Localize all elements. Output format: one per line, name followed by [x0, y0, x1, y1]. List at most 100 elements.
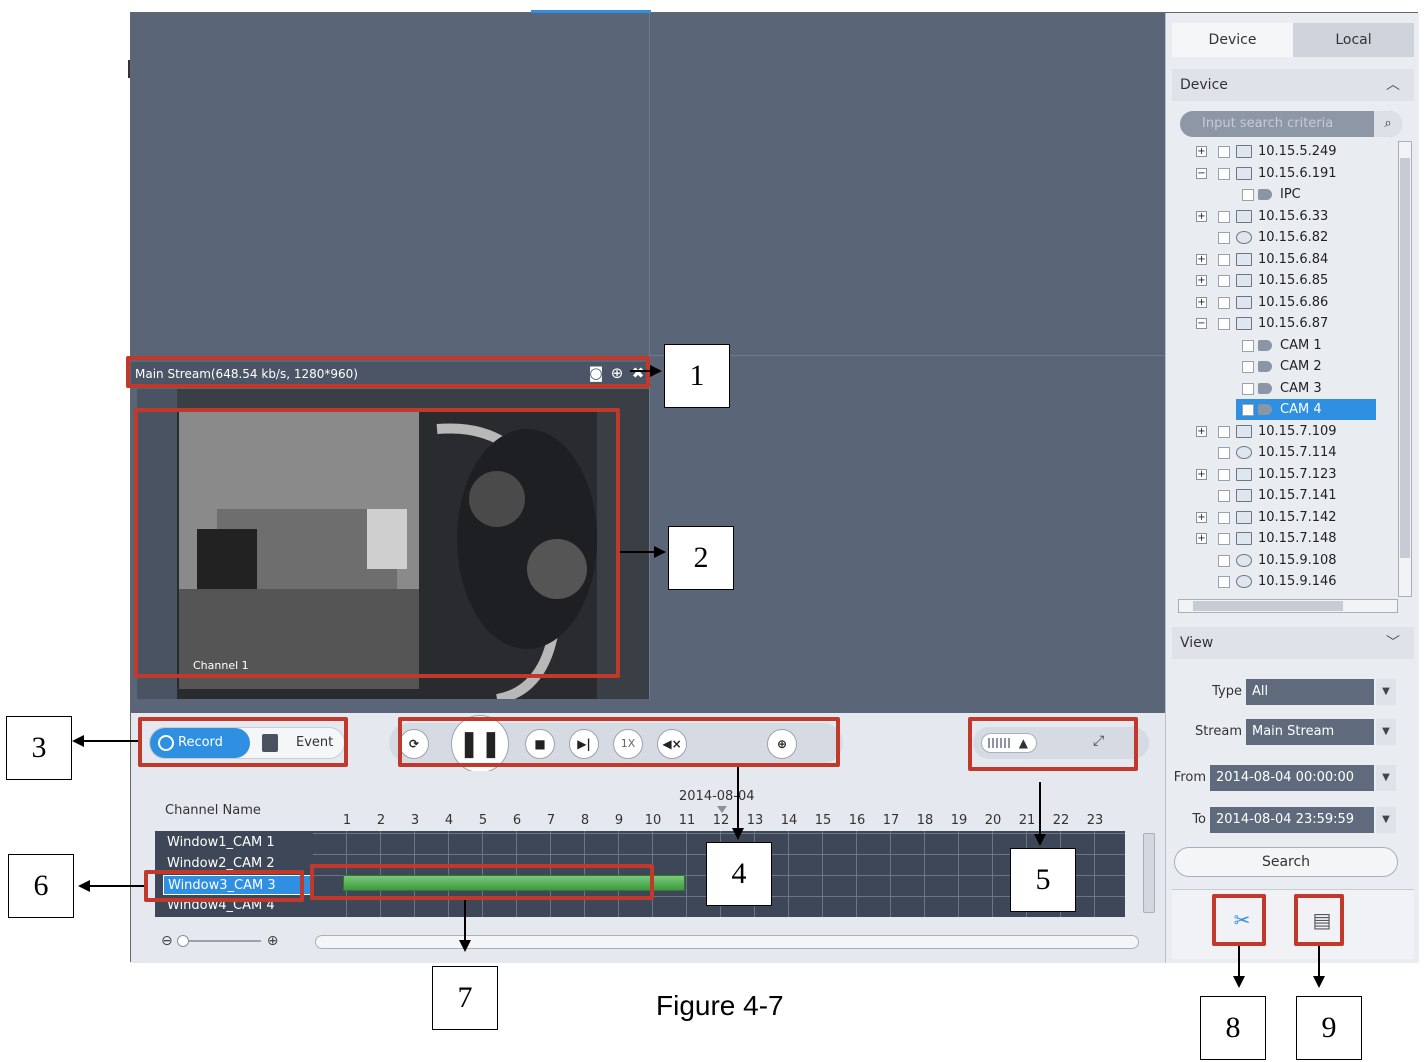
- checkbox[interactable]: [1218, 533, 1230, 545]
- view-section-header[interactable]: View ﹀: [1172, 627, 1414, 659]
- device-tree-item[interactable]: IPC: [1236, 184, 1376, 205]
- type-label: Type: [1212, 684, 1242, 699]
- checkbox[interactable]: [1242, 404, 1254, 416]
- tab-local[interactable]: Local: [1293, 23, 1414, 57]
- device-tree-item[interactable]: 10.15.7.141: [1196, 485, 1396, 506]
- timeline-horizontal-scrollbar[interactable]: [315, 935, 1139, 949]
- device-tree-item[interactable]: CAM 2: [1236, 356, 1376, 377]
- device-tree-item[interactable]: +10.15.7.142: [1196, 507, 1396, 528]
- device-tree-item[interactable]: 10.15.7.114: [1196, 442, 1396, 463]
- device-tree-item[interactable]: − 10.15.6.191: [1196, 163, 1396, 184]
- device-tree-item[interactable]: +10.15.7.123: [1196, 464, 1396, 485]
- arrow-7-head: [459, 940, 471, 952]
- device-tree-item[interactable]: 10.15.6.82: [1196, 227, 1396, 248]
- arrow-6-head: [78, 880, 90, 892]
- dropdown-arrow-icon[interactable]: ▼: [1376, 807, 1396, 833]
- checkbox[interactable]: [1218, 167, 1230, 180]
- device-tree-item[interactable]: 10.15.9.108: [1196, 550, 1396, 571]
- expand-icon[interactable]: +: [1196, 533, 1207, 544]
- zoom-slider[interactable]: [176, 935, 261, 947]
- sidebar-tabs: Device Local: [1172, 23, 1414, 57]
- device-tree-item[interactable]: +10.15.6.85: [1196, 270, 1396, 291]
- checkbox[interactable]: [1218, 210, 1230, 223]
- to-datetime-input[interactable]: 2014-08-04 23:59:59: [1210, 807, 1374, 833]
- type-select[interactable]: All: [1246, 679, 1374, 705]
- tree-horizontal-scrollbar[interactable]: [1178, 599, 1398, 613]
- arrow-8: [1238, 946, 1240, 976]
- checkbox[interactable]: [1218, 576, 1230, 588]
- device-tree-item[interactable]: CAM 1: [1236, 335, 1376, 356]
- collapse-icon[interactable]: −: [1196, 167, 1207, 179]
- hour-label: 17: [882, 813, 900, 828]
- checkbox[interactable]: [1218, 511, 1230, 524]
- checkbox[interactable]: [1242, 189, 1254, 201]
- zoom-in-icon[interactable]: ⊕: [267, 933, 279, 949]
- expand-icon[interactable]: +: [1196, 275, 1207, 286]
- device-tree-item[interactable]: − 10.15.6.87: [1196, 313, 1396, 334]
- device-tree-item[interactable]: CAM 4: [1236, 399, 1376, 420]
- chevron-up-icon: ︿: [1386, 77, 1400, 93]
- zoom-out-icon[interactable]: ⊖: [161, 933, 173, 949]
- view-section-title: View: [1180, 635, 1214, 651]
- dropdown-arrow-icon[interactable]: ▼: [1376, 679, 1396, 705]
- device-tree-item[interactable]: +10.15.7.109: [1196, 421, 1396, 442]
- device-tree-item[interactable]: +10.15.6.84: [1196, 249, 1396, 270]
- dropdown-arrow-icon[interactable]: ▼: [1376, 765, 1396, 791]
- device-tree-item[interactable]: 10.15.9.146: [1196, 571, 1396, 592]
- device-search-placeholder: Input search criteria: [1202, 116, 1334, 131]
- checkbox[interactable]: [1218, 296, 1230, 309]
- device-search-input[interactable]: Input search criteria ⌕: [1180, 111, 1402, 137]
- stream-select[interactable]: Main Stream: [1246, 719, 1374, 745]
- highlight-4: [398, 717, 840, 767]
- expand-icon[interactable]: +: [1196, 425, 1207, 437]
- tree-vertical-scrollbar[interactable]: [1398, 141, 1412, 597]
- timeline-vertical-scrollbar[interactable]: [1143, 833, 1155, 913]
- arrow-8-head: [1233, 976, 1245, 988]
- expand-icon[interactable]: +: [1196, 210, 1207, 222]
- checkbox[interactable]: [1242, 339, 1254, 352]
- expand-icon[interactable]: +: [1196, 468, 1207, 480]
- device-tree-item[interactable]: +10.15.5.249: [1196, 141, 1396, 162]
- expand-icon[interactable]: +: [1196, 511, 1207, 523]
- tree-horizontal-thumb[interactable]: [1193, 601, 1343, 611]
- dropdown-arrow-icon[interactable]: ▼: [1376, 719, 1396, 745]
- search-icon[interactable]: ⌕: [1374, 111, 1402, 137]
- tree-vertical-thumb[interactable]: [1400, 158, 1410, 558]
- callout-7: 7: [432, 966, 498, 1030]
- hour-label: 19: [950, 813, 968, 828]
- checkbox[interactable]: [1218, 275, 1230, 287]
- checkbox[interactable]: [1218, 146, 1230, 158]
- checkbox[interactable]: [1242, 382, 1254, 395]
- highlight-1: [126, 356, 650, 388]
- checkbox[interactable]: [1218, 425, 1230, 438]
- expand-icon[interactable]: +: [1196, 253, 1207, 265]
- arrow-2-head: [654, 546, 666, 558]
- checkbox[interactable]: [1218, 490, 1230, 502]
- checkbox[interactable]: [1218, 447, 1230, 459]
- device-section-title: Device: [1180, 77, 1228, 93]
- checkbox[interactable]: [1218, 468, 1230, 481]
- device-section-header[interactable]: Device ︿: [1172, 69, 1414, 101]
- expand-icon[interactable]: +: [1196, 296, 1207, 308]
- tab-device[interactable]: Device: [1172, 23, 1293, 57]
- device-tree-label: IPC: [1280, 187, 1301, 202]
- from-datetime-input[interactable]: 2014-08-04 00:00:00: [1210, 765, 1374, 791]
- device-tree-label: 10.15.6.85: [1258, 273, 1329, 288]
- device-tree-label: 10.15.7.142: [1258, 509, 1337, 525]
- device-tree-item[interactable]: +10.15.6.86: [1196, 292, 1396, 313]
- device-tree-item[interactable]: CAM 3: [1236, 378, 1376, 399]
- expand-icon[interactable]: +: [1196, 146, 1207, 157]
- device-tree-item[interactable]: +10.15.7.148: [1196, 528, 1396, 549]
- callout-5: 5: [1010, 848, 1076, 912]
- checkbox[interactable]: [1218, 554, 1230, 567]
- channel-row-1[interactable]: Window1_CAM 1: [163, 833, 313, 853]
- search-button[interactable]: Search: [1174, 847, 1398, 877]
- checkbox[interactable]: [1242, 361, 1254, 373]
- checkbox[interactable]: [1218, 232, 1230, 244]
- checkbox[interactable]: [1218, 318, 1230, 330]
- device-tree-item[interactable]: +10.15.6.33: [1196, 206, 1396, 227]
- highlight-7: [310, 864, 654, 900]
- type-field: Type All ▼: [1172, 679, 1414, 705]
- checkbox[interactable]: [1218, 253, 1230, 266]
- collapse-icon[interactable]: −: [1196, 318, 1207, 329]
